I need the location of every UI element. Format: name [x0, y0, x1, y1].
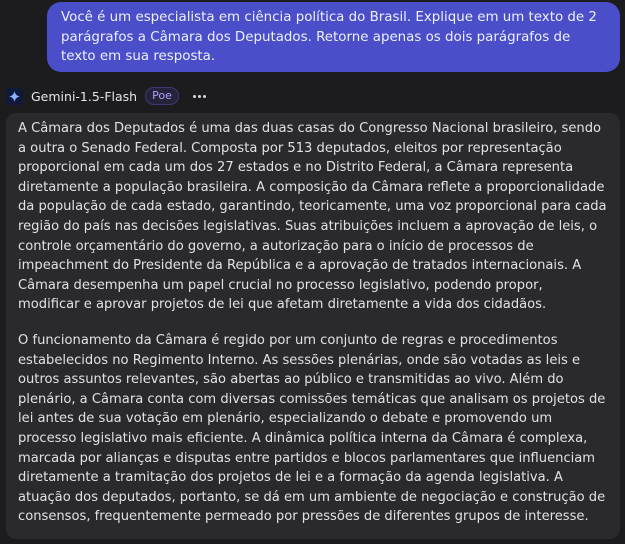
response-paragraph: A Câmara dos Deputados é uma das duas ca… [18, 121, 607, 313]
bot-response-bubble: A Câmara dos Deputados é uma das duas ca… [6, 113, 620, 539]
bot-name[interactable]: Gemini-1.5-Flash [31, 89, 137, 104]
bot-badge: Poe [145, 87, 179, 105]
gemini-sparkle-icon[interactable] [6, 87, 23, 105]
more-horizontal-icon[interactable] [192, 88, 206, 104]
user-message-bubble: Você é um especialista em ciência políti… [47, 2, 620, 72]
response-paragraph: O funcionamento da Câmara é regido por u… [18, 332, 606, 525]
user-message-text: Você é um especialista em ciência políti… [61, 10, 597, 64]
bot-header: Gemini-1.5-Flash Poe [6, 86, 206, 106]
